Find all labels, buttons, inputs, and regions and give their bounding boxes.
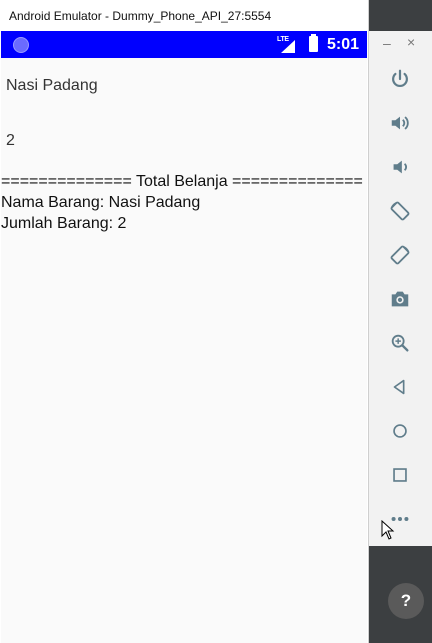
rotate-right-button[interactable] (388, 243, 412, 267)
result-item-qty: Jumlah Barang: 2 (1, 215, 127, 232)
volume-down-icon (393, 160, 407, 174)
power-button[interactable] (388, 67, 412, 91)
power-icon (392, 69, 408, 88)
close-button[interactable]: × (407, 34, 415, 50)
rotate-right-icon (390, 245, 410, 265)
home-button[interactable] (388, 419, 412, 443)
screenshot-button[interactable] (388, 287, 412, 311)
rotate-left-button[interactable] (388, 199, 412, 223)
window-title: Android Emulator - Dummy_Phone_API_27:55… (9, 9, 272, 23)
item-qty-input[interactable]: 2 (6, 132, 15, 150)
title-bar: Android Emulator - Dummy_Phone_API_27:55… (0, 0, 368, 31)
help-button[interactable]: ? (388, 583, 424, 619)
emulator-control-panel: – × (369, 31, 432, 546)
volume-up-button[interactable] (388, 111, 412, 135)
item-name-input[interactable]: Nasi Padang (6, 77, 98, 95)
result-header: ============== Total Belanja ===========… (1, 173, 363, 190)
camera-icon (391, 291, 409, 307)
rotate-left-icon (390, 201, 410, 221)
result-text: ============== Total Belanja ===========… (1, 171, 363, 234)
signal-icon (281, 40, 295, 53)
overview-button[interactable] (388, 463, 412, 487)
zoom-icon (391, 334, 409, 352)
status-clock: 5:01 (327, 36, 360, 53)
zoom-button[interactable] (388, 331, 412, 355)
back-button[interactable] (388, 375, 412, 399)
volume-down-button[interactable] (388, 155, 412, 179)
app-content: Nasi Padang 2 ============== Total Belan… (1, 58, 367, 643)
mouse-cursor-icon (381, 520, 395, 540)
notification-icon (13, 37, 29, 53)
volume-up-icon (391, 116, 409, 130)
android-status-bar: LTE 5:01 (1, 31, 367, 58)
minimize-button[interactable]: – (383, 35, 391, 51)
emulator-window: Android Emulator - Dummy_Phone_API_27:55… (0, 0, 369, 643)
battery-icon (309, 34, 318, 52)
result-item-name: Nama Barang: Nasi Padang (1, 194, 201, 211)
overview-icon (393, 468, 407, 482)
home-icon (393, 424, 407, 438)
back-icon (393, 379, 405, 395)
